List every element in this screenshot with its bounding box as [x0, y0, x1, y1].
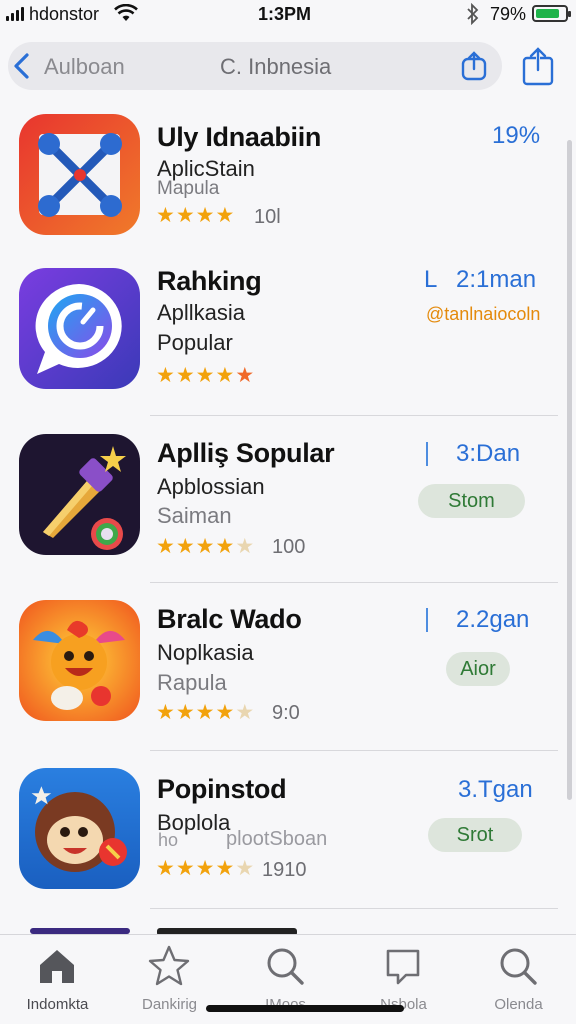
wifi-icon [114, 4, 138, 21]
app-subtitle: Apblossian [157, 474, 265, 499]
home-icon [40, 950, 74, 983]
rating-stars: ★★★★★ [156, 701, 256, 724]
magic-wand-icon [19, 434, 140, 555]
app-subtitle: Noplkasia [157, 640, 254, 665]
carrier-label: hdonstor [29, 4, 100, 24]
app-overlay-prefix: ho [158, 830, 179, 850]
share-icon[interactable] [520, 46, 556, 86]
home-indicator[interactable] [206, 1005, 404, 1012]
divider [150, 582, 558, 583]
rating-stars: ★★★★ [156, 204, 236, 227]
search-icon [500, 948, 537, 985]
app-meta: 2.2gan [456, 606, 530, 633]
app-meta: 3.Tgan [458, 776, 533, 803]
back-button-label[interactable]: Aulboan [44, 54, 125, 80]
tab-label: Indomkta [26, 996, 89, 1013]
developer-handle[interactable]: @tanlnaiocoln [426, 304, 540, 325]
divider [150, 908, 558, 909]
cartoon-monkey-icon [19, 768, 140, 889]
divider [150, 415, 558, 416]
rating-count: 10l [254, 206, 281, 228]
cartoon-bird-icon [19, 600, 140, 721]
signal-icon [6, 7, 26, 21]
star-icon [148, 945, 190, 986]
app-subtitle: Apllkasia [157, 300, 246, 325]
divider [426, 442, 428, 466]
app-category: Saiman [157, 503, 232, 528]
rating-count: 9:0 [272, 702, 300, 724]
search-query[interactable]: C. Inbnesia [220, 54, 331, 80]
list-item[interactable]: Popinstod Boplola ho plootSboan ★★★★★ 19… [0, 762, 576, 912]
app-category: Mapula [157, 178, 220, 199]
get-button[interactable]: Aior [446, 652, 510, 686]
get-button[interactable]: Srot [428, 818, 522, 852]
list-item[interactable]: Rahking Apllkasia Popular ★★★★★ L 2:1man… [0, 262, 576, 412]
chat-icon [386, 949, 420, 985]
search-bar[interactable]: Aulboan C. Inbnesia [8, 42, 502, 90]
right-prefix: L [424, 266, 438, 293]
chevron-left-icon[interactable] [11, 52, 33, 80]
list-item[interactable]: Aplliş Sopular Apblossian Saiman ★★★★★ 1… [0, 428, 576, 578]
search-icon [267, 948, 304, 985]
app-store-screen: { "status_bar": { "carrier": "hdonstor",… [0, 0, 576, 1024]
app-percent: 19% [492, 122, 541, 149]
share-icon[interactable] [460, 50, 488, 82]
app-meta: 2:1man [456, 266, 537, 293]
rating-count: 100 [272, 536, 306, 558]
battery-icon [532, 5, 571, 22]
app-title: Uly Idnaabiin [157, 122, 322, 152]
app-title: Popinstod [157, 774, 287, 804]
app-overlay-text: plootSboan [226, 828, 328, 850]
clock: 1:3PM [258, 4, 312, 24]
list-item[interactable]: Uly Idnaabiin AplicStain Mapula ★★★★ 10l… [0, 108, 576, 258]
rating-stars: ★★★★★ [156, 364, 256, 387]
tab-search-2[interactable]: Olenda [461, 935, 576, 1024]
rating-stars: ★★★★★ [156, 535, 256, 558]
app-meta: 3:Dan [456, 440, 521, 467]
tab-home[interactable]: Indomkta [0, 935, 115, 1024]
app-category: Rapula [157, 670, 227, 695]
divider [426, 608, 428, 632]
divider [150, 750, 558, 751]
app-category: Popular [157, 330, 233, 355]
rating-stars: ★★★★★ [156, 857, 256, 880]
get-button[interactable]: Stom [418, 484, 525, 518]
app-title: Rahking [157, 266, 262, 296]
chat-bubble-icon [19, 268, 140, 389]
tab-label: Olenda [494, 996, 543, 1013]
app-title: Bralc Wado [157, 604, 302, 634]
bluetooth-icon [467, 3, 479, 25]
battery-percent: 79% [490, 4, 527, 24]
list-item[interactable]: Bralc Wado Noplkasia Rapula ★★★★★ 9:0 2.… [0, 594, 576, 744]
app-title: Aplliş Sopular [157, 438, 335, 468]
status-bar: hdonstor 1:3PM 79% [0, 0, 576, 30]
crossed-tools-icon [19, 114, 140, 235]
rating-count: 1910 [262, 859, 307, 881]
